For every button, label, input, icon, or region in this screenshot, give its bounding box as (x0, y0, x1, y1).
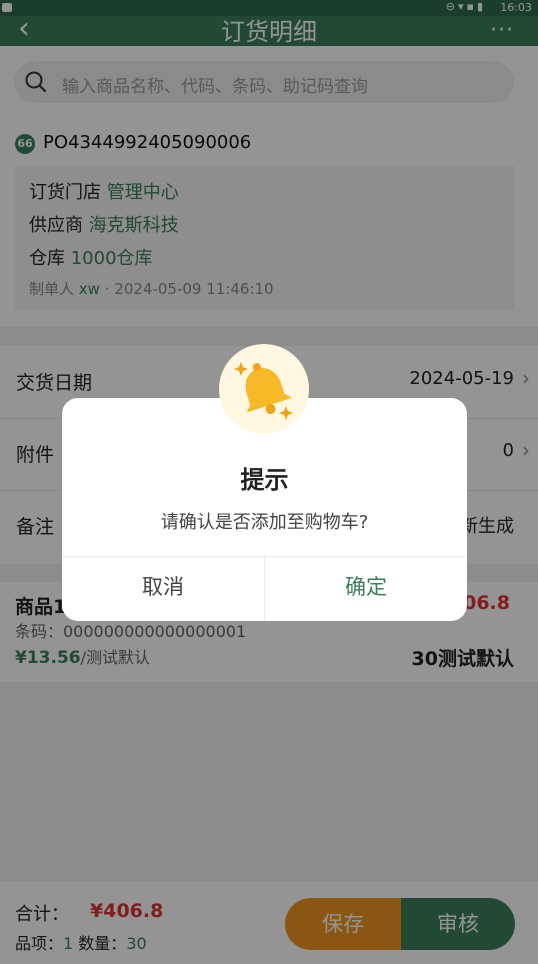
dialog-message: 请确认是否添加至购物车? (160, 512, 369, 533)
bell-icon (219, 344, 309, 434)
confirm-button[interactable]: 确定 (265, 556, 467, 621)
bell-icon-graphic (234, 362, 293, 420)
dialog-title: 提示 (240, 466, 289, 494)
cancel-button[interactable]: 取消 (62, 556, 264, 621)
